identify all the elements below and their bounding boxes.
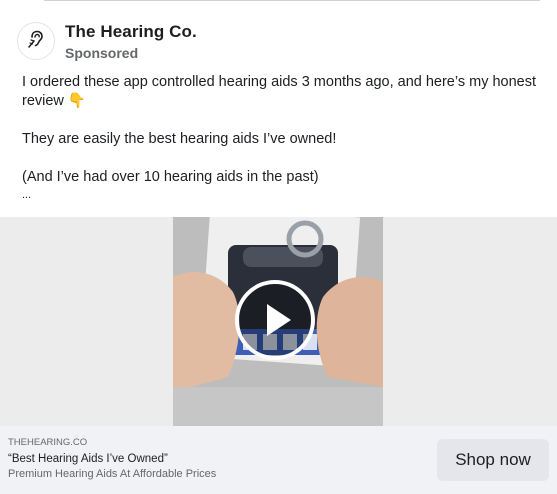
video-player[interactable] [0, 217, 557, 426]
sponsored-label[interactable]: Sponsored [65, 45, 138, 61]
shop-now-button[interactable]: Shop now [437, 439, 549, 481]
video-thumbnail[interactable] [173, 217, 383, 426]
link-domain: THEHEARING.CO [8, 437, 88, 448]
see-more-ellipsis[interactable]: ... [22, 187, 542, 203]
post-text-line: I ordered these app controlled hearing a… [22, 74, 537, 109]
page-name[interactable]: The Hearing Co. [65, 22, 197, 42]
page-avatar[interactable] [17, 22, 55, 60]
link-headline[interactable]: “Best Hearing Aids I’ve Owned” [8, 453, 168, 465]
post-text-line: They are easily the best hearing aids I’… [22, 131, 337, 147]
link-description: Premium Hearing Aids At Affordable Price… [8, 468, 217, 480]
hearing-ear-icon [25, 28, 47, 55]
post-text-line: (And I’ve had over 10 hearing aids in th… [22, 169, 319, 185]
play-button[interactable] [235, 280, 315, 360]
top-divider [44, 0, 540, 1]
post-text: I ordered these app controlled hearing a… [22, 73, 542, 203]
